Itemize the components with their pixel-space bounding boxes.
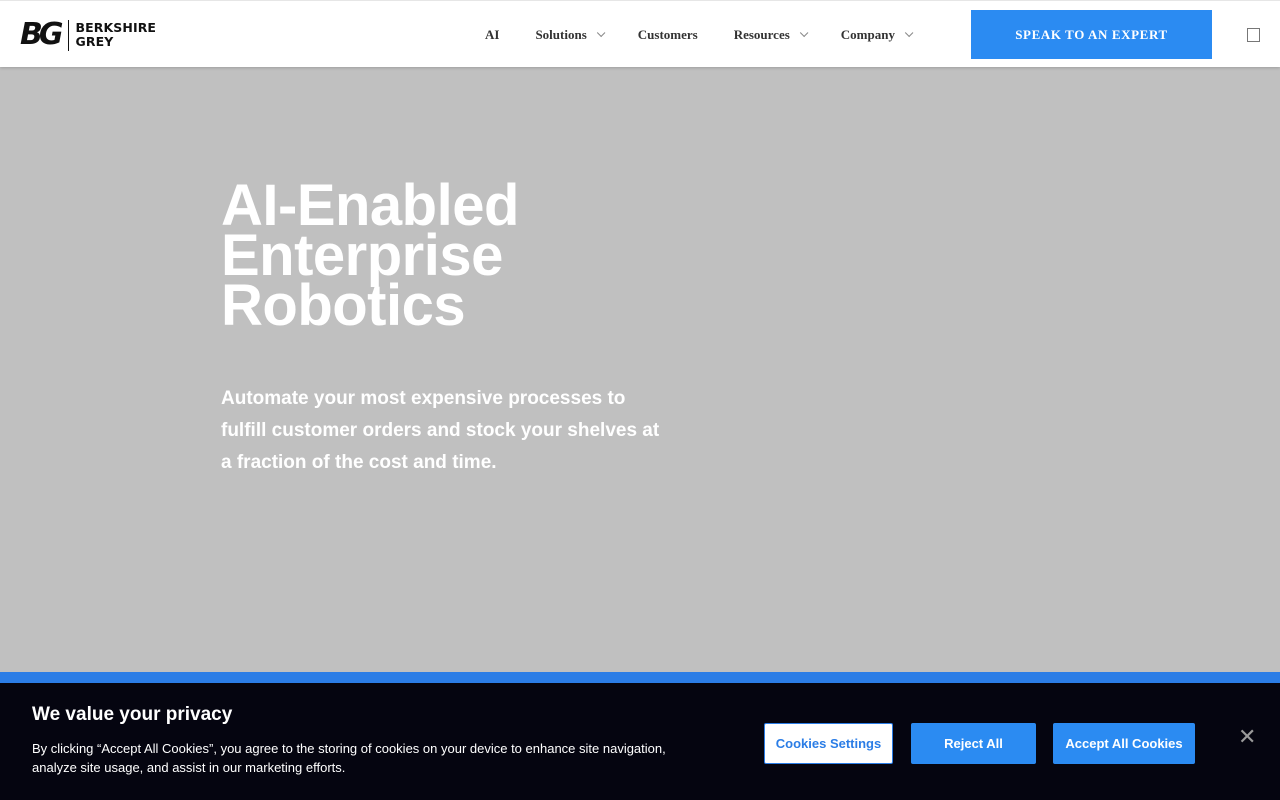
logo-wordmark: BERKSHIRE GREY	[76, 21, 157, 49]
close-icon[interactable]: ✕	[1238, 727, 1256, 749]
speak-to-expert-button[interactable]: SPEAK TO AN EXPERT	[971, 10, 1212, 59]
logo-line-1: BERKSHIRE	[75, 20, 157, 35]
chevron-down-icon	[904, 28, 914, 37]
main-nav: AI Solutions Customers Resources Company	[485, 1, 946, 68]
nav-item-solutions[interactable]: Solutions	[535, 26, 606, 43]
nav-item-company[interactable]: Company	[840, 26, 914, 43]
chevron-down-icon	[799, 28, 809, 37]
nav-item-label: Company	[840, 26, 895, 42]
nav-item-label: Customers	[637, 26, 698, 42]
nav-item-ai[interactable]: AI	[485, 27, 499, 43]
hero-title-line: Robotics	[221, 273, 466, 338]
hero-subtitle: Automate your most expensive processes t…	[221, 388, 660, 473]
nav-item-customers[interactable]: Customers	[638, 27, 698, 43]
logo-line-2: GREY	[75, 34, 114, 49]
nav-item-label: Resources	[733, 26, 790, 42]
berkshire-grey-logo[interactable]: BG BERKSHIRE GREY	[20, 19, 156, 51]
cookies-settings-button[interactable]: Cookies Settings	[764, 723, 893, 764]
nav-item-label: Solutions	[535, 26, 587, 42]
chevron-down-icon	[596, 28, 606, 37]
nav-item-resources[interactable]: Resources	[733, 26, 809, 43]
cookie-banner-title: We value your privacy	[32, 704, 233, 725]
accept-all-cookies-button[interactable]: Accept All Cookies	[1053, 723, 1195, 764]
reject-all-button[interactable]: Reject All	[911, 723, 1036, 764]
search-toggle-icon[interactable]	[1247, 28, 1260, 42]
hero-title: AI-Enabled Enterprise Robotics	[221, 177, 821, 338]
cookie-banner: We value your privacy By clicking “Accep…	[0, 683, 1280, 800]
cookie-banner-text: By clicking “Accept All Cookies”, you ag…	[32, 741, 666, 775]
logo-divider	[67, 19, 69, 51]
nav-item-label: AI	[485, 26, 500, 42]
site-header: BG BERKSHIRE GREY AI Solutions Customers…	[0, 0, 1280, 67]
logo-mark: BG	[20, 17, 63, 52]
